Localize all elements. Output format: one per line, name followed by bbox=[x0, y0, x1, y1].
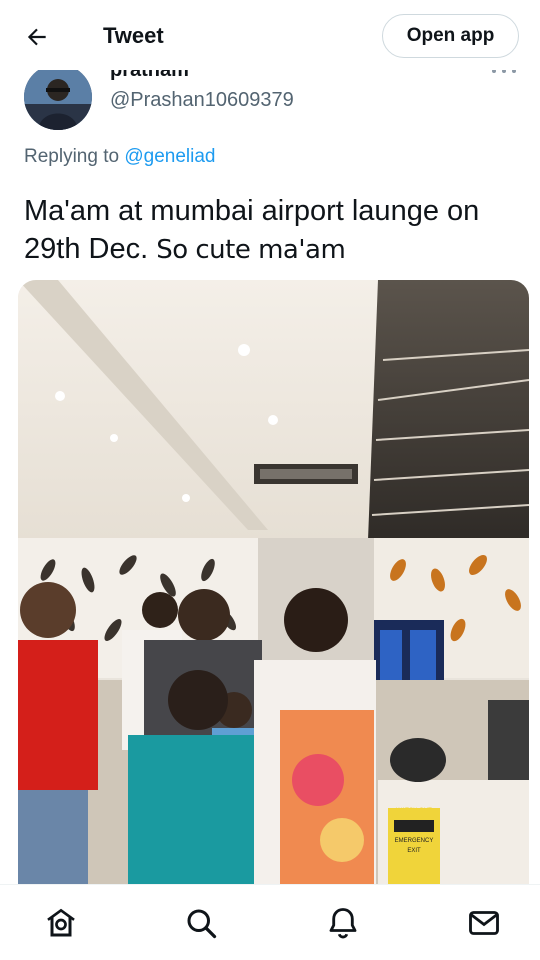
airport-lounge-image: WATCH OUT EMERGENCY EXIT bbox=[18, 280, 529, 884]
sign-text-3: EXIT bbox=[407, 848, 421, 854]
page-title: Tweet bbox=[103, 23, 164, 48]
reply-mention-link[interactable]: @geneliad bbox=[124, 146, 215, 167]
replying-to: Replying to @geneliad bbox=[24, 146, 215, 168]
open-app-button[interactable]: Open app bbox=[382, 14, 519, 58]
back-button[interactable] bbox=[22, 22, 52, 52]
messages-icon bbox=[469, 911, 499, 935]
nav-home[interactable] bbox=[43, 905, 79, 941]
tweet-text: Ma'am at mumbai airport launge on 29th D… bbox=[24, 192, 524, 269]
bottom-nav bbox=[0, 884, 540, 960]
avatar[interactable] bbox=[24, 64, 92, 130]
top-bar: Tweet Open app bbox=[0, 0, 540, 70]
sign-text-1: WATCH OUT bbox=[396, 808, 432, 814]
home-icon bbox=[47, 908, 75, 937]
nav-search[interactable] bbox=[183, 905, 219, 941]
tweet-photo[interactable]: WATCH OUT EMERGENCY EXIT bbox=[18, 280, 529, 884]
search-icon bbox=[187, 909, 217, 939]
notifications-icon bbox=[329, 908, 357, 939]
nav-messages[interactable] bbox=[466, 905, 502, 941]
arrow-left-icon bbox=[27, 28, 46, 46]
avatar-photo bbox=[24, 64, 92, 130]
sign-text-2: EMERGENCY bbox=[395, 838, 434, 844]
author-handle[interactable]: @Prashan10609379 bbox=[110, 89, 294, 112]
tweet-text-emphasis: So cute ma'am bbox=[156, 235, 346, 265]
replying-to-label: Replying to bbox=[24, 146, 120, 167]
nav-notifications[interactable] bbox=[325, 905, 361, 941]
